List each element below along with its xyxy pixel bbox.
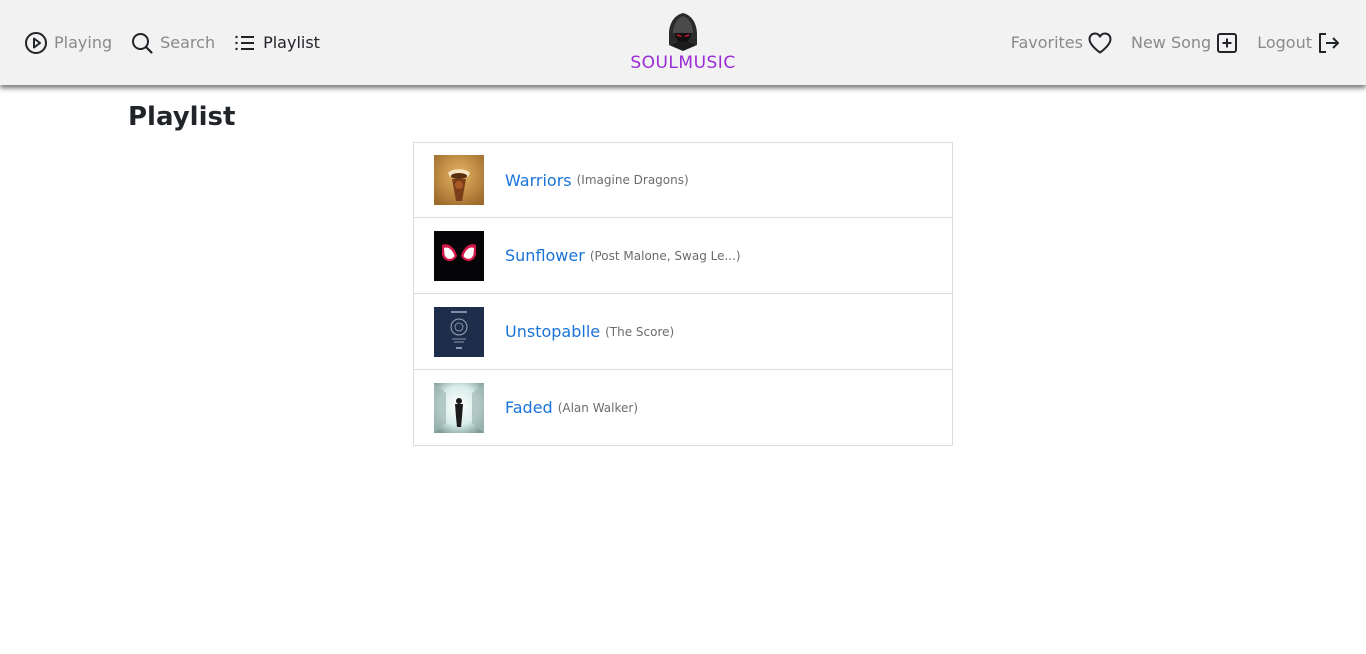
nav-left-group: Playing Search Playlist	[24, 0, 338, 85]
nav-favorites[interactable]: Favorites	[1011, 31, 1113, 55]
faded-cover-image	[434, 382, 484, 433]
plus-square-icon	[1217, 32, 1238, 53]
search-icon	[132, 32, 153, 54]
nav-right-group: Favorites New Song Logout	[993, 0, 1342, 85]
warriors-cover-image	[434, 155, 484, 205]
top-navbar: Playing Search Playlist SOULMUSIC Favori…	[0, 0, 1366, 85]
nav-search-label: Search	[160, 33, 216, 52]
nav-playlist-label: Playlist	[263, 33, 320, 52]
song-title[interactable]: Faded	[505, 398, 553, 417]
song-title[interactable]: Warriors	[505, 171, 572, 190]
playlist-item[interactable]: Unstopablle (The Score)	[413, 294, 953, 370]
heart-icon	[1088, 32, 1112, 53]
logout-icon	[1319, 32, 1339, 53]
nav-playlist[interactable]: Playlist	[233, 31, 320, 55]
playlist-item[interactable]: Sunflower (Post Malone, Swag Le...)	[413, 218, 953, 294]
playlist-item[interactable]: Faded (Alan Walker)	[413, 370, 953, 446]
song-artist: (Post Malone, Swag Le...)	[589, 248, 741, 263]
nav-logout[interactable]: Logout	[1257, 31, 1342, 55]
nav-logout-label: Logout	[1257, 33, 1312, 52]
nav-new-song-label: New Song	[1130, 33, 1212, 52]
play-circle-icon	[25, 31, 47, 54]
song-title[interactable]: Sunflower	[505, 246, 585, 265]
sunflower-cover-image	[434, 230, 484, 281]
song-artist: (Imagine Dragons)	[576, 173, 689, 187]
hooded-figure-logo-icon	[669, 13, 697, 51]
nav-playing-label: Playing	[54, 33, 113, 52]
song-artist: (The Score)	[605, 324, 675, 339]
list-icon	[235, 35, 255, 50]
brand-logo-link[interactable]: SOULMUSIC	[620, 10, 746, 74]
nav-search[interactable]: Search	[130, 31, 215, 55]
song-artist: (Alan Walker)	[557, 400, 639, 415]
song-title[interactable]: Unstopablle	[505, 322, 600, 341]
nav-playing[interactable]: Playing	[24, 31, 112, 55]
playlist-item[interactable]: Warriors (Imagine Dragons)	[413, 142, 953, 218]
page-title: Playlist	[128, 102, 236, 132]
unstoppable-cover-image	[434, 306, 484, 357]
brand-name: SOULMUSIC	[630, 53, 736, 73]
playlist-list: Warriors (Imagine Dragons) Sunflower (Po…	[413, 142, 953, 446]
nav-new-song[interactable]: New Song	[1131, 31, 1239, 55]
nav-favorites-label: Favorites	[1010, 33, 1083, 52]
